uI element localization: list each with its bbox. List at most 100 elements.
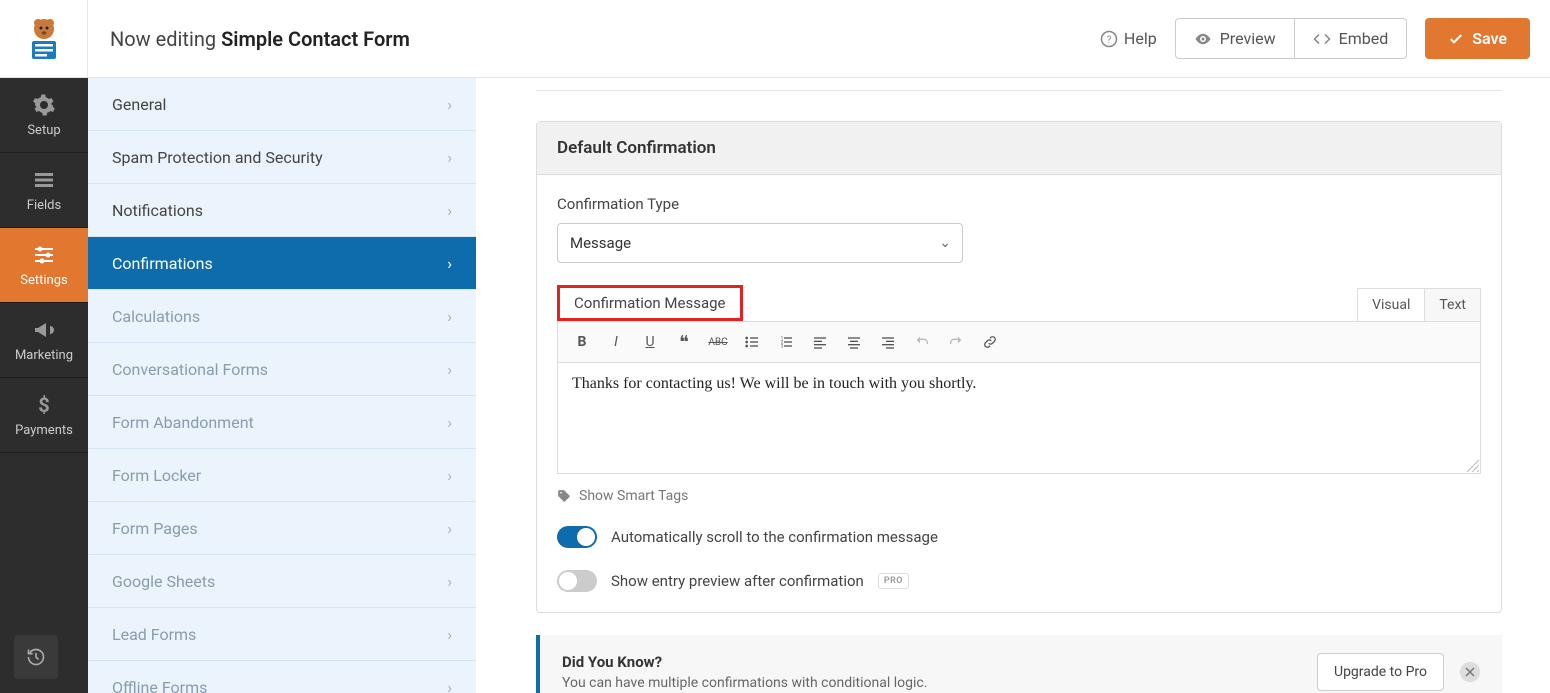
chevron-right-icon: › [447, 307, 452, 326]
preview-button[interactable]: Preview [1175, 18, 1295, 59]
editor-tab-visual[interactable]: Visual [1357, 288, 1425, 321]
pro-badge: PRO [878, 573, 909, 589]
did-you-know-banner: Did You Know? You can have multiple conf… [536, 635, 1502, 693]
bullhorn-icon [32, 318, 56, 342]
help-icon: ? [1100, 30, 1118, 48]
rail-label: Marketing [15, 348, 73, 363]
sidebar-item-sheets[interactable]: Google Sheets › [88, 555, 476, 608]
sidebar-item-conversational[interactable]: Conversational Forms › [88, 343, 476, 396]
sidebar-item-label: Conversational Forms [112, 360, 268, 379]
chevron-right-icon: › [447, 572, 452, 591]
divider [536, 90, 1502, 91]
save-label: Save [1472, 29, 1507, 48]
rail-item-fields[interactable]: Fields [0, 153, 88, 228]
entry-preview-toggle[interactable] [557, 570, 597, 592]
panel-body: Confirmation Type Message ⌄ Confirmation… [537, 175, 1501, 612]
rail-label: Setup [27, 123, 60, 138]
sliders-icon [32, 243, 56, 267]
align-right-button[interactable] [874, 328, 902, 356]
dyk-actions: Upgrade to Pro [1317, 653, 1480, 691]
close-icon [1465, 667, 1475, 677]
now-editing-title: Now editing Simple Contact Form [110, 27, 410, 51]
rail-item-settings[interactable]: Settings [0, 228, 88, 303]
italic-button[interactable]: I [602, 328, 630, 356]
gear-icon [32, 93, 56, 117]
sidebar-item-label: Calculations [112, 307, 200, 326]
chevron-right-icon: › [447, 95, 452, 114]
dollar-icon: $ [32, 393, 56, 417]
confirmation-type-select[interactable]: Message [557, 223, 963, 263]
strike-button[interactable]: ABC [704, 328, 732, 356]
sidebar-item-label: General [112, 95, 166, 114]
sidebar-item-calculations[interactable]: Calculations › [88, 290, 476, 343]
ul-button[interactable] [738, 328, 766, 356]
dismiss-button[interactable] [1460, 662, 1480, 682]
redo-button[interactable] [942, 328, 970, 356]
check-icon [1448, 31, 1464, 47]
entry-preview-toggle-row: Show entry preview after confirmation PR… [557, 570, 1481, 592]
autoscroll-toggle[interactable] [557, 526, 597, 548]
main-content: Default Confirmation Confirmation Type M… [476, 78, 1532, 693]
settings-sidebar[interactable]: General › Spam Protection and Security ›… [88, 78, 476, 693]
chevron-right-icon: › [447, 466, 452, 485]
message-textarea[interactable]: Thanks for contacting us! We will be in … [558, 363, 1480, 473]
editor-tabs: Visual Text [1357, 288, 1481, 321]
code-icon [1313, 30, 1331, 48]
chevron-right-icon: › [447, 678, 452, 693]
autoscroll-toggle-row: Automatically scroll to the confirmation… [557, 526, 1481, 548]
sidebar-item-pages[interactable]: Form Pages › [88, 502, 476, 555]
history-button[interactable] [14, 635, 58, 679]
tag-icon [557, 489, 571, 503]
rail-item-marketing[interactable]: Marketing [0, 303, 88, 378]
show-smart-tags-link[interactable]: Show Smart Tags [557, 488, 1481, 504]
sidebar-item-locker[interactable]: Form Locker › [88, 449, 476, 502]
form-name[interactable]: Simple Contact Form [221, 27, 410, 51]
chevron-right-icon: › [447, 201, 452, 220]
sidebar-item-general[interactable]: General › [88, 78, 476, 131]
align-left-button[interactable] [806, 328, 834, 356]
dyk-body: You can have multiple confirmations with… [562, 675, 927, 691]
undo-button[interactable] [908, 328, 936, 356]
align-center-button[interactable] [840, 328, 868, 356]
smart-tags-label: Show Smart Tags [579, 488, 688, 504]
svg-text:?: ? [1107, 34, 1112, 45]
embed-button[interactable]: Embed [1295, 18, 1408, 59]
eye-icon [1194, 30, 1212, 48]
sidebar-item-spam[interactable]: Spam Protection and Security › [88, 131, 476, 184]
sidebar-item-label: Google Sheets [112, 572, 215, 591]
rail-item-payments[interactable]: $ Payments [0, 378, 88, 453]
save-button[interactable]: Save [1425, 18, 1530, 59]
link-button[interactable] [976, 328, 1004, 356]
topbar-actions: ? Help Preview Embed Save [1100, 18, 1530, 59]
confirmation-type-wrap: Message ⌄ [557, 223, 963, 263]
help-link[interactable]: ? Help [1100, 29, 1157, 48]
chevron-right-icon: › [447, 148, 452, 167]
ol-button[interactable]: 123 [772, 328, 800, 356]
confirmation-panel: Default Confirmation Confirmation Type M… [536, 121, 1502, 613]
sidebar-item-abandonment[interactable]: Form Abandonment › [88, 396, 476, 449]
sidebar-item-notifications[interactable]: Notifications › [88, 184, 476, 237]
sidebar-item-label: Confirmations [112, 254, 213, 273]
sidebar-item-leads[interactable]: Lead Forms › [88, 608, 476, 661]
sidebar-item-label: Form Locker [112, 466, 201, 485]
resize-handle-icon[interactable] [1466, 459, 1480, 473]
editor-toolbar: B I U ❝ ABC 123 [558, 322, 1480, 363]
wpforms-logo-icon [20, 15, 68, 63]
autoscroll-label: Automatically scroll to the confirmation… [611, 528, 938, 546]
rail-item-setup[interactable]: Setup [0, 78, 88, 153]
embed-label: Embed [1339, 29, 1389, 48]
bold-button[interactable]: B [568, 328, 596, 356]
quote-button[interactable]: ❝ [670, 328, 698, 356]
chevron-right-icon: › [447, 413, 452, 432]
preview-label: Preview [1220, 29, 1276, 48]
underline-button[interactable]: U [636, 328, 664, 356]
svg-text:3: 3 [781, 343, 784, 349]
upgrade-button[interactable]: Upgrade to Pro [1317, 653, 1444, 691]
sidebar-item-label: Spam Protection and Security [112, 148, 323, 167]
sidebar-item-label: Offline Forms [112, 678, 207, 693]
sidebar-item-label: Form Abandonment [112, 413, 254, 432]
sidebar-item-confirmations[interactable]: Confirmations › [88, 237, 476, 290]
editor-tab-text[interactable]: Text [1425, 288, 1481, 321]
chevron-right-icon: › [447, 519, 452, 538]
sidebar-item-offline[interactable]: Offline Forms › [88, 661, 476, 693]
